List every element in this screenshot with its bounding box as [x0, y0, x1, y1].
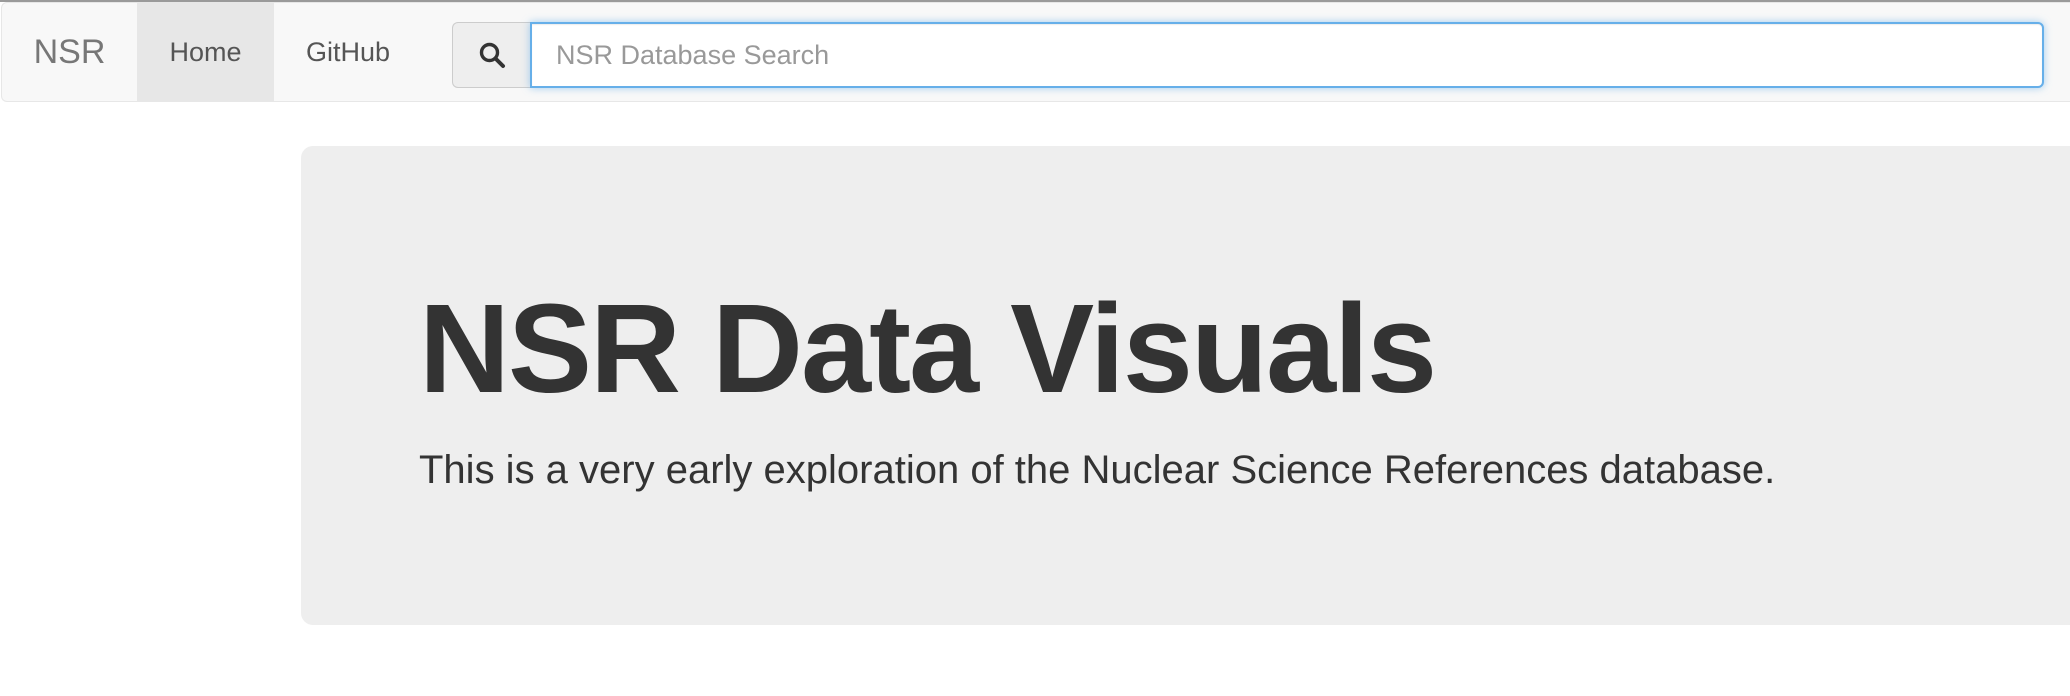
brand-link[interactable]: NSR	[2, 3, 137, 101]
nav-link-home[interactable]: Home	[137, 3, 274, 101]
search-form	[452, 22, 2044, 88]
page-lead-text: This is a very early exploration of the …	[419, 448, 1776, 492]
search-icon	[479, 42, 505, 68]
top-navbar: NSR Home GitHub	[1, 2, 2070, 102]
jumbotron: NSR Data Visuals This is a very early ex…	[301, 146, 2070, 625]
nav-link-github[interactable]: GitHub	[274, 3, 422, 101]
page-title: NSR Data Visuals	[419, 278, 1437, 419]
search-button[interactable]	[452, 22, 530, 88]
search-input[interactable]	[530, 22, 2044, 88]
